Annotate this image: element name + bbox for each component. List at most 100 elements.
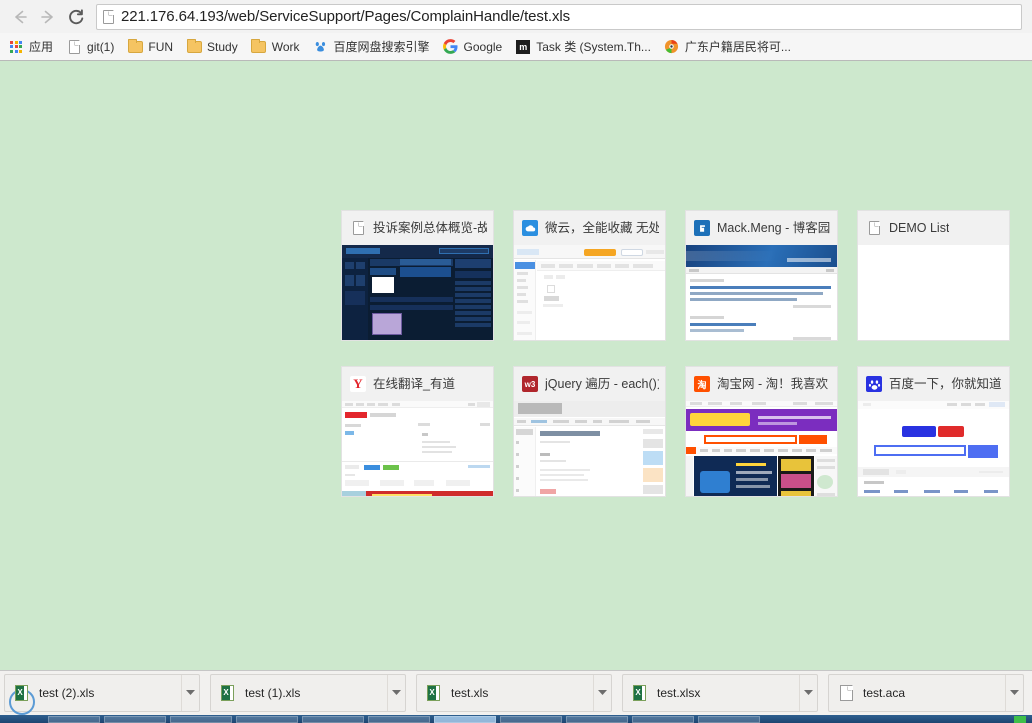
cnblogs-icon bbox=[694, 220, 710, 236]
download-menu-button[interactable] bbox=[593, 675, 611, 711]
taskbar-button[interactable] bbox=[48, 716, 100, 723]
download-item[interactable]: X test.xls bbox=[416, 674, 612, 712]
page-icon bbox=[866, 220, 882, 236]
chevron-down-icon bbox=[186, 690, 195, 695]
excel-file-icon: X bbox=[623, 684, 657, 702]
youdao-y-icon: Y bbox=[350, 376, 366, 392]
thumbnail-card[interactable]: 微云，全能收藏 无处 bbox=[513, 210, 666, 341]
bookmark-label: Google bbox=[463, 39, 503, 54]
forward-button[interactable] bbox=[34, 3, 62, 31]
address-bar[interactable]: 221.176.64.193/web/ServiceSupport/Pages/… bbox=[96, 3, 1022, 30]
taskbar-button[interactable] bbox=[236, 716, 298, 723]
bookmarks-bar: 应用 git(1) FUN Study Work 百度网盘搜索引擎 Google… bbox=[0, 33, 1032, 61]
bookmark-label: 百度网盘搜索引擎 bbox=[333, 40, 430, 54]
download-filename: test (2).xls bbox=[39, 686, 95, 700]
favicon-letter: Y bbox=[353, 376, 363, 391]
windows-taskbar bbox=[0, 715, 1032, 723]
download-menu-button[interactable] bbox=[1005, 675, 1023, 711]
card-thumbnail-preview bbox=[858, 401, 1009, 496]
bookmark-label: 应用 bbox=[29, 40, 54, 54]
bookmark-git1[interactable]: git(1) bbox=[60, 36, 120, 58]
taskbar-tray-icon[interactable] bbox=[1014, 716, 1026, 723]
download-menu-button[interactable] bbox=[799, 675, 817, 711]
chevron-down-icon bbox=[392, 690, 401, 695]
card-thumbnail-preview bbox=[858, 245, 1009, 340]
card-title: 投诉案例总体概览-故 bbox=[373, 221, 487, 235]
card-header: Y 在线翻译_有道 bbox=[342, 367, 493, 401]
bookmark-label: Work bbox=[271, 39, 300, 54]
bookmark-folder-study[interactable]: Study bbox=[180, 36, 244, 58]
card-thumbnail-preview bbox=[686, 245, 837, 340]
baidu-paw-icon bbox=[866, 376, 882, 392]
card-title: jQuery 遍历 - each()方 bbox=[545, 377, 659, 391]
taskbar-button[interactable] bbox=[500, 716, 562, 723]
card-thumbnail-preview bbox=[686, 401, 837, 496]
w3school-icon: w3 bbox=[522, 376, 538, 392]
thumbnail-card[interactable]: 百度一下，你就知道 bbox=[857, 366, 1010, 497]
thumbnail-card[interactable]: 淘 淘宝网 - 淘！我喜欢 bbox=[685, 366, 838, 497]
folder-icon bbox=[251, 38, 267, 55]
card-header: w3 jQuery 遍历 - each()方 bbox=[514, 367, 665, 401]
download-item[interactable]: X test (1).xls bbox=[210, 674, 406, 712]
taskbar-button[interactable] bbox=[632, 716, 694, 723]
download-item[interactable]: test.aca bbox=[828, 674, 1024, 712]
excel-file-icon: X bbox=[211, 684, 245, 702]
card-title: 百度一下，你就知道 bbox=[889, 377, 1002, 391]
taskbar-button[interactable] bbox=[302, 716, 364, 723]
back-button[interactable] bbox=[6, 3, 34, 31]
bookmark-label: 广东户籍居民将可... bbox=[684, 40, 791, 54]
thumbnail-card[interactable]: DEMO List bbox=[857, 210, 1010, 341]
sohu-icon bbox=[664, 39, 680, 55]
bookmark-folder-fun[interactable]: FUN bbox=[121, 36, 179, 58]
excel-file-icon: X bbox=[5, 684, 39, 715]
bookmark-sohu-news[interactable]: 广东户籍居民将可... bbox=[658, 36, 797, 58]
chevron-down-icon bbox=[598, 690, 607, 695]
page-icon bbox=[103, 9, 114, 24]
card-header: 淘 淘宝网 - 淘！我喜欢 bbox=[686, 367, 837, 401]
weiyun-cloud-icon bbox=[522, 220, 538, 236]
bookmark-google[interactable]: Google bbox=[437, 36, 509, 58]
thumbnail-card[interactable]: Y 在线翻译_有道 bbox=[341, 366, 494, 497]
folder-icon bbox=[186, 38, 202, 55]
forward-arrow-icon bbox=[41, 10, 53, 23]
reload-button[interactable] bbox=[62, 3, 90, 31]
taskbar-button[interactable] bbox=[698, 716, 760, 723]
taskbar-button-active[interactable] bbox=[434, 716, 496, 723]
reload-icon bbox=[69, 8, 84, 24]
card-thumbnail-preview bbox=[514, 401, 665, 496]
download-filename: test.xls bbox=[451, 686, 489, 700]
taobao-icon: 淘 bbox=[694, 376, 710, 392]
thumbnail-card[interactable]: Mack.Meng - 博客园 bbox=[685, 210, 838, 341]
bookmark-label: Study bbox=[207, 39, 238, 54]
card-thumbnail-preview bbox=[514, 245, 665, 340]
bookmark-label: git(1) bbox=[87, 39, 115, 54]
card-title: 淘宝网 - 淘！我喜欢 bbox=[717, 377, 829, 391]
bookmark-msdn-task[interactable]: m Task 类 (System.Th... bbox=[509, 36, 657, 58]
download-menu-button[interactable] bbox=[387, 675, 405, 711]
back-arrow-icon bbox=[15, 10, 27, 23]
card-title: 在线翻译_有道 bbox=[373, 377, 455, 391]
card-header: 微云，全能收藏 无处 bbox=[514, 211, 665, 245]
thumbnail-card[interactable]: w3 jQuery 遍历 - each()方 bbox=[513, 366, 666, 497]
taskbar-button[interactable] bbox=[368, 716, 430, 723]
card-header: DEMO List bbox=[858, 211, 1009, 245]
thumbnail-grid: 投诉案例总体概览-故 微云，全能收藏 无处 Mack.Meng - 博客园 DE… bbox=[341, 210, 1024, 497]
card-thumbnail-preview bbox=[342, 401, 493, 496]
download-menu-button[interactable] bbox=[181, 675, 199, 711]
bookmark-label: Task 类 (System.Th... bbox=[536, 40, 651, 54]
bookmark-label: FUN bbox=[148, 39, 174, 54]
taskbar-button[interactable] bbox=[170, 716, 232, 723]
baidu-pan-icon bbox=[313, 39, 329, 55]
download-item[interactable]: X test (2).xls bbox=[4, 674, 200, 715]
favicon-letter: w3 bbox=[524, 379, 536, 389]
bookmark-folder-work[interactable]: Work bbox=[245, 36, 306, 58]
card-header: Mack.Meng - 博客园 bbox=[686, 211, 837, 245]
download-filename: test.aca bbox=[863, 686, 906, 700]
taskbar-button[interactable] bbox=[104, 716, 166, 723]
taskbar-button[interactable] bbox=[566, 716, 628, 723]
bookmark-apps[interactable]: 应用 bbox=[2, 36, 59, 58]
download-shelf: X test (2).xls X test (1).xls X test.xls bbox=[0, 670, 1032, 715]
thumbnail-card[interactable]: 投诉案例总体概览-故 bbox=[341, 210, 494, 341]
bookmark-baidu-pan-search[interactable]: 百度网盘搜索引擎 bbox=[307, 36, 436, 58]
download-item[interactable]: X test.xlsx bbox=[622, 674, 818, 712]
